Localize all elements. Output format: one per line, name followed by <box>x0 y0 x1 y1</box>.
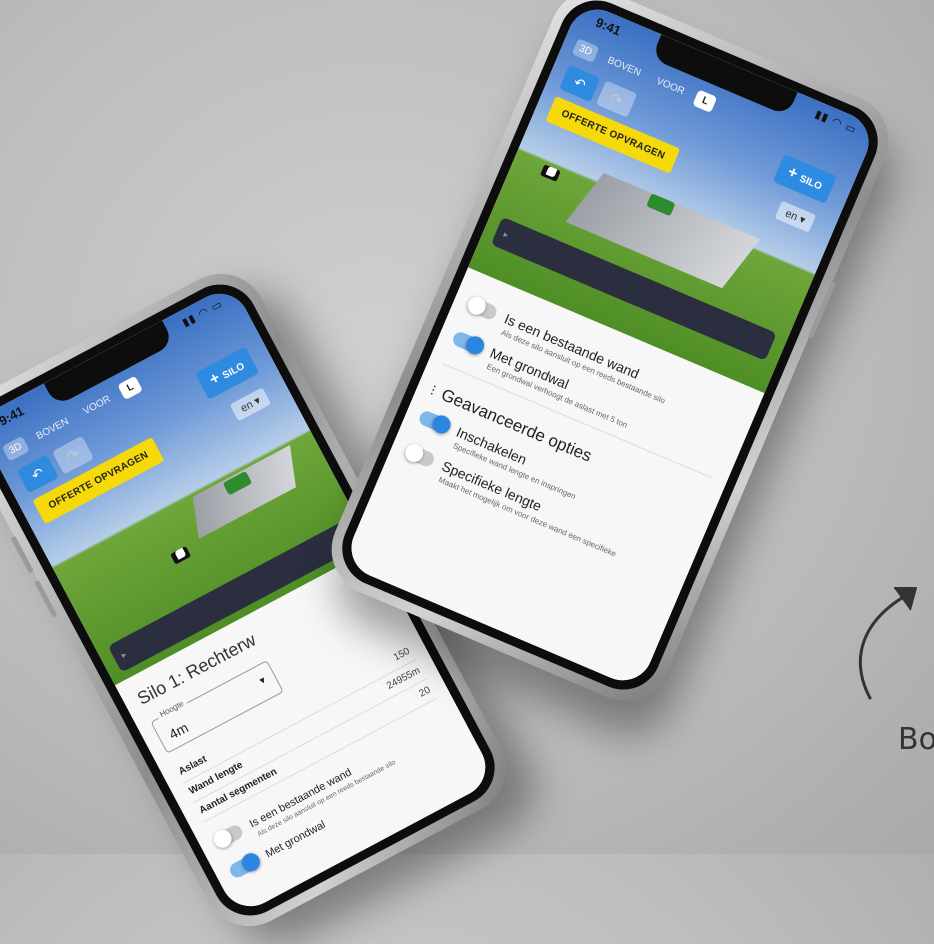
sliders-icon: ⫶ <box>428 381 438 399</box>
ground-wall-toggle[interactable] <box>451 329 485 355</box>
enable-toggle[interactable] <box>417 408 451 435</box>
height-label: Hoogte <box>155 697 188 721</box>
cow <box>539 164 562 183</box>
tab-voor[interactable]: VOOR <box>76 389 119 423</box>
curved-arrow-icon <box>858 587 917 700</box>
screen: 9:41 ▮▮ ◠ ▭ 3D BOVEN VOOR L ↶ ↷ +SILO OF… <box>342 0 878 690</box>
tab-boven[interactable]: BOVEN <box>600 50 648 83</box>
specific-length-toggle[interactable] <box>402 442 437 469</box>
add-silo-button[interactable]: +SILO <box>195 346 260 400</box>
existing-wall-toggle[interactable] <box>211 822 245 851</box>
tab-voor[interactable]: VOOR <box>649 71 692 102</box>
chevron-down-icon: ▼ <box>256 673 269 687</box>
tab-3d[interactable]: 3D <box>1 435 30 462</box>
view-l-button[interactable]: L <box>117 375 144 400</box>
height-value: 4m <box>166 719 191 743</box>
undo-icon[interactable]: ↶ <box>559 64 601 103</box>
add-silo-label: SILO <box>797 173 824 193</box>
add-silo-label: SILO <box>220 360 247 382</box>
bezel: 9:41 ▮▮ ◠ ▭ 3D BOVEN VOOR L ↶ ↷ +SILO OF… <box>330 0 890 702</box>
existing-wall-toggle[interactable] <box>465 295 499 321</box>
language-select[interactable]: en ▾ <box>774 200 817 233</box>
tab-3d[interactable]: 3D <box>571 38 600 63</box>
cow <box>169 545 192 565</box>
ground-wall-toggle[interactable] <box>227 852 261 881</box>
caption-text: Bo <box>898 722 934 757</box>
redo-icon[interactable]: ↷ <box>51 435 95 475</box>
redo-icon[interactable]: ↷ <box>595 80 638 118</box>
language-select[interactable]: en ▾ <box>229 387 272 422</box>
view-l-button[interactable]: L <box>692 89 718 114</box>
undo-icon[interactable]: ↶ <box>16 454 59 494</box>
silo-wall <box>192 445 296 539</box>
add-silo-button[interactable]: +SILO <box>773 154 837 204</box>
phone-front: 9:41 ▮▮ ◠ ▭ 3D BOVEN VOOR L ↶ ↷ +SILO OF… <box>317 0 903 715</box>
